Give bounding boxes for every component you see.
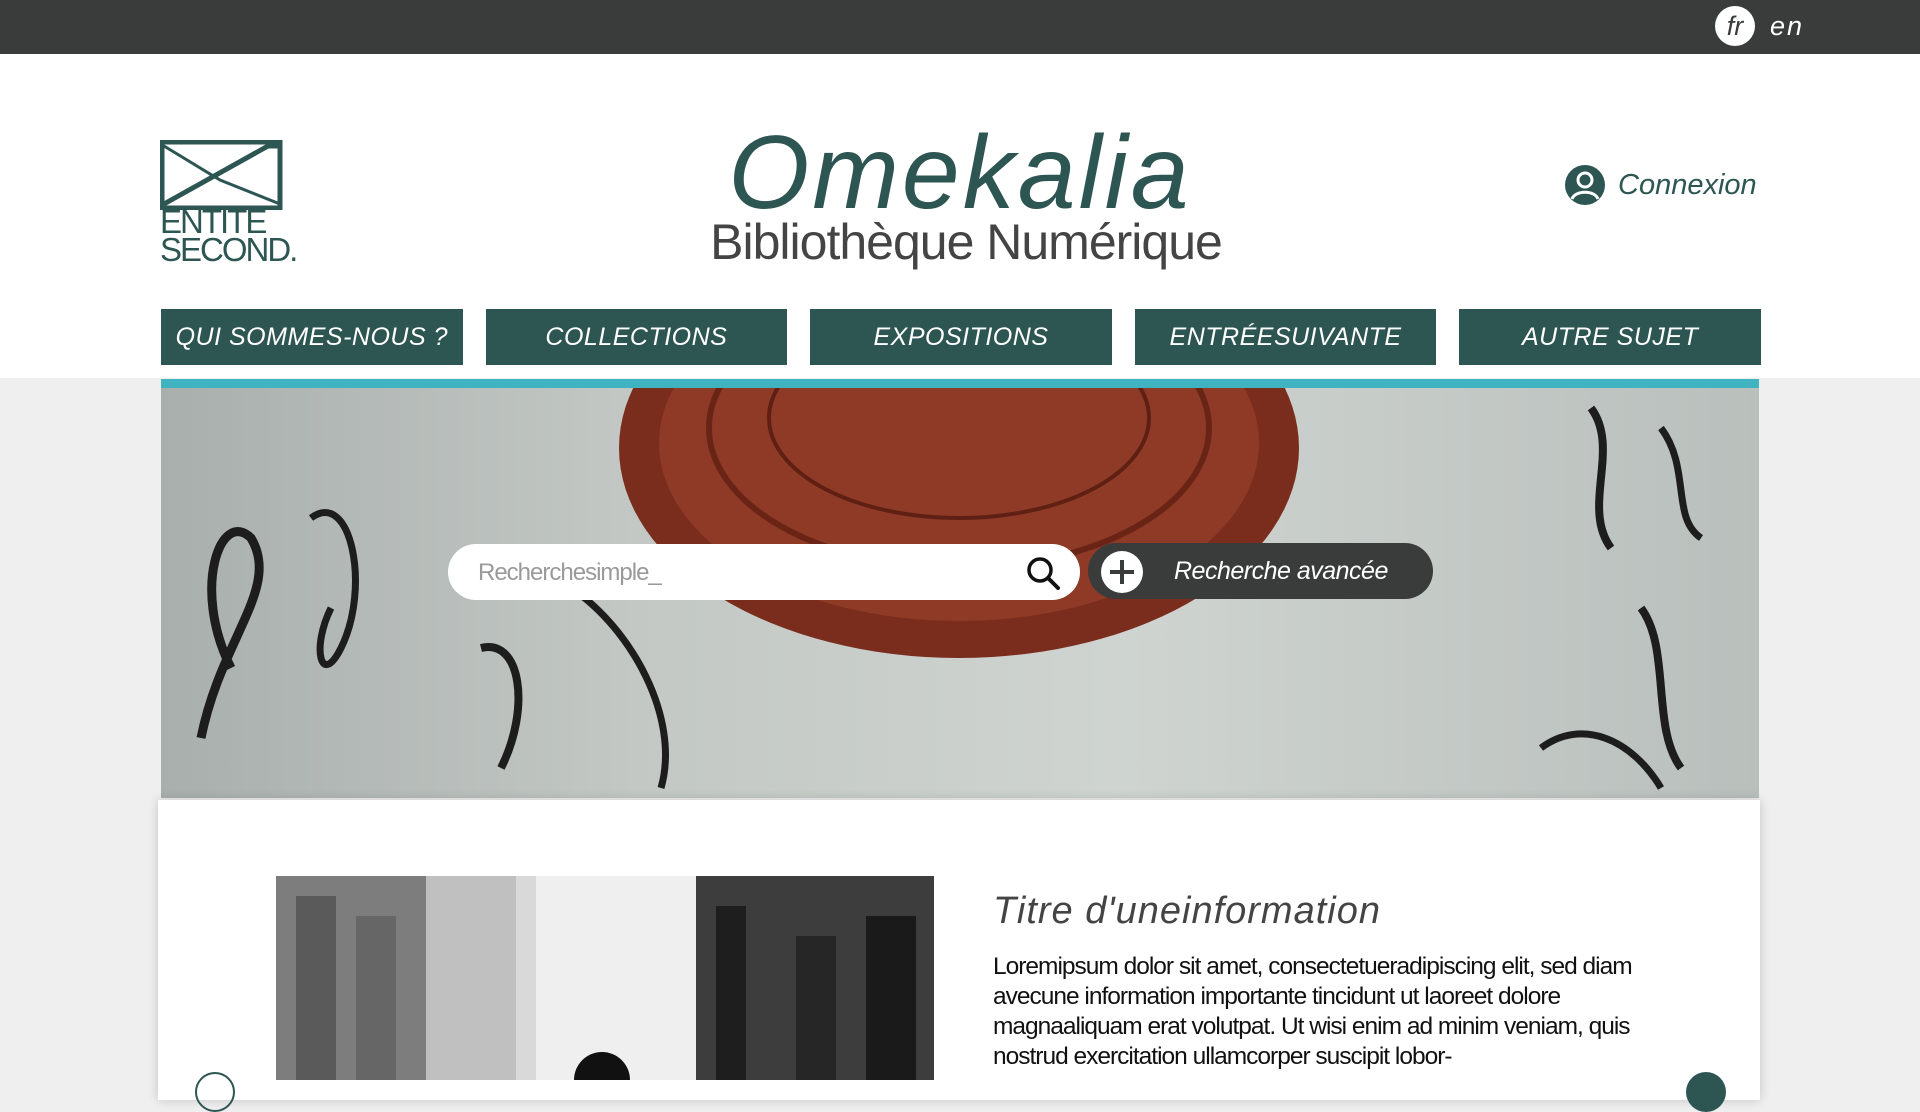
nav-item-collections[interactable]: COLLECTIONS [485,309,788,365]
user-circle-icon [1565,165,1605,205]
nav-item-about[interactable]: QUI SOMMES-NOUS ? [161,309,463,365]
street-photo-image [276,876,934,1080]
news-photo[interactable] [276,876,934,1080]
login-link[interactable]: Connexion [1565,164,1757,206]
carousel-next-button[interactable] [1686,1072,1726,1112]
nav-item-other-topic[interactable]: AUTRE SUJET [1459,309,1761,365]
hero-accent-stripe [161,379,1759,388]
logo-text: ENTITE SECOND. [160,205,298,268]
carousel-prev-button[interactable] [195,1072,235,1112]
logo-line-2: SECOND. [160,231,298,268]
nav-item-next-entry[interactable]: ENTRÉESUIVANTE [1134,309,1437,365]
site-subtitle: Bibliothèque Numérique [710,214,1223,270]
news-title: Titre d'uneinformation [993,890,1381,932]
advanced-search-label: Recherche avancée [1174,557,1388,585]
language-fr-link[interactable]: fr [1715,6,1755,46]
search-icon[interactable] [1026,556,1060,590]
plus-circle-icon [1101,551,1143,593]
news-body: Loremipsum dolor sit amet, consectetuera… [993,953,1633,1070]
envelope-logo-icon [159,139,283,211]
entite-logo[interactable]: ENTITE SECOND. [159,139,298,268]
language-en-link[interactable]: en [1770,6,1804,46]
simple-search-input[interactable] [476,544,1020,602]
main-nav: QUI SOMMES-NOUS ? COLLECTIONS EXPOSITION… [161,309,1761,365]
nav-item-expositions[interactable]: EXPOSITIONS [810,309,1112,365]
advanced-search-button[interactable]: Recherche avancée [1088,543,1433,599]
login-label: Connexion [1618,168,1757,201]
simple-search-box [448,544,1080,602]
site-title: Omekalia [728,115,1192,231]
top-bar: fr en [0,0,1920,54]
